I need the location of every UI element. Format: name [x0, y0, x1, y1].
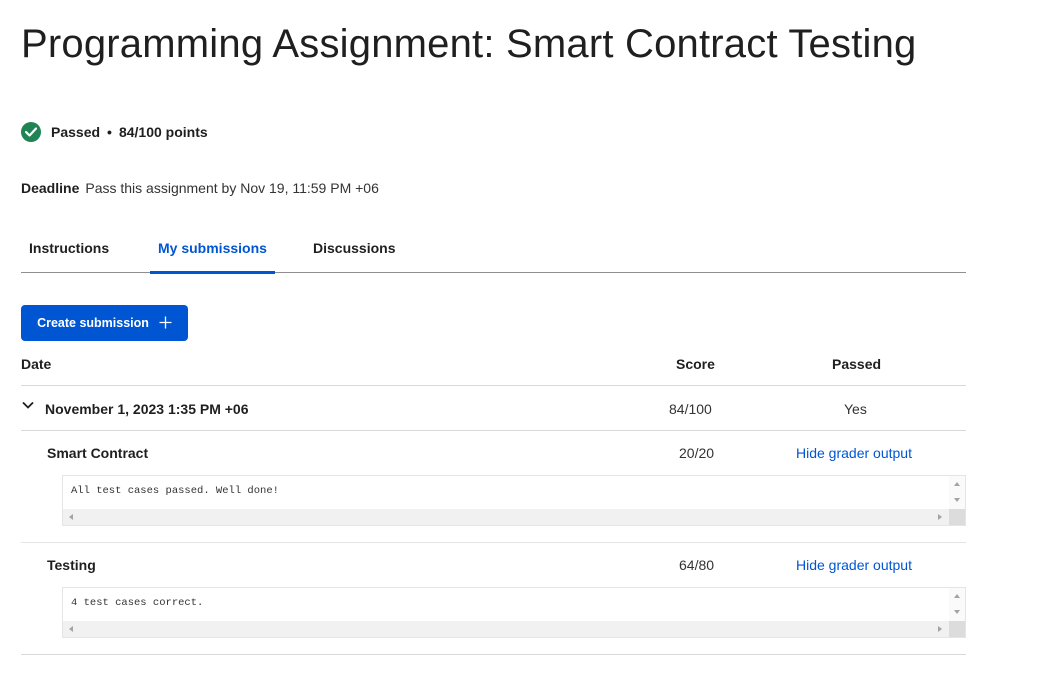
- chevron-down-icon[interactable]: [21, 398, 35, 412]
- column-header-score: Score: [676, 356, 715, 372]
- deadline-text: Pass this assignment by Nov 19, 11:59 PM…: [85, 180, 379, 196]
- tab-my-submissions[interactable]: My submissions: [150, 224, 275, 274]
- deadline-label: Deadline: [21, 180, 80, 196]
- grader-output-text: All test cases passed. Well done!: [71, 485, 279, 497]
- deadline: Deadline Pass this assignment by Nov 19, …: [21, 180, 379, 196]
- grader-output-text: 4 test cases correct.: [71, 597, 204, 609]
- status-separator: •: [107, 124, 112, 140]
- hide-grader-output-link[interactable]: Hide grader output: [796, 557, 912, 573]
- submission-passed: Yes: [844, 401, 867, 417]
- scroll-up-icon[interactable]: [954, 594, 960, 598]
- column-header-date: Date: [21, 356, 52, 372]
- plus-icon: [159, 314, 172, 332]
- grader-output-box[interactable]: All test cases passed. Well done!: [62, 475, 966, 526]
- tab-instructions[interactable]: Instructions: [29, 224, 109, 272]
- scrollbar-corner: [949, 621, 965, 637]
- grader-output-box[interactable]: 4 test cases correct.: [62, 587, 966, 638]
- part-row-smart-contract: Smart Contract 20/20 Hide grader output …: [21, 431, 966, 543]
- status-label: Passed: [51, 124, 101, 140]
- scroll-right-icon[interactable]: [938, 514, 942, 520]
- create-submission-button[interactable]: Create submission: [21, 305, 188, 341]
- horizontal-scrollbar[interactable]: [63, 509, 951, 525]
- part-name: Smart Contract: [47, 445, 149, 461]
- scrollbar-corner: [949, 509, 965, 525]
- tab-discussions[interactable]: Discussions: [313, 224, 395, 272]
- part-score: 64/80: [679, 557, 715, 573]
- part-row-testing: Testing 64/80 Hide grader output 4 test …: [21, 543, 966, 655]
- scroll-right-icon[interactable]: [938, 626, 942, 632]
- part-score: 20/20: [679, 445, 715, 461]
- part-name: Testing: [47, 557, 96, 573]
- points-value: 84/100 points: [118, 124, 208, 140]
- create-submission-label: Create submission: [37, 316, 149, 330]
- tab-bar: Instructions My submissions Discussions: [21, 224, 966, 274]
- hide-grader-output-link[interactable]: Hide grader output: [796, 445, 912, 461]
- column-header-passed: Passed: [832, 356, 882, 372]
- page-title: Programming Assignment: Smart Contract T…: [21, 22, 917, 66]
- vertical-scrollbar[interactable]: [949, 476, 965, 510]
- vertical-scrollbar[interactable]: [949, 588, 965, 622]
- assignment-status: Passed • 84/100 points: [21, 122, 208, 142]
- scroll-down-icon[interactable]: [954, 498, 960, 502]
- scroll-left-icon[interactable]: [69, 514, 73, 520]
- scroll-down-icon[interactable]: [954, 610, 960, 614]
- submission-date: November 1, 2023 1:35 PM +06: [45, 401, 249, 417]
- scroll-left-icon[interactable]: [69, 626, 73, 632]
- scroll-up-icon[interactable]: [954, 482, 960, 486]
- check-circle-icon: [21, 122, 41, 142]
- submission-score: 84/100: [669, 401, 712, 417]
- submission-row: November 1, 2023 1:35 PM +06 84/100 Yes: [21, 386, 966, 431]
- horizontal-scrollbar[interactable]: [63, 621, 951, 637]
- submissions-table-header: Date Score Passed: [21, 352, 966, 386]
